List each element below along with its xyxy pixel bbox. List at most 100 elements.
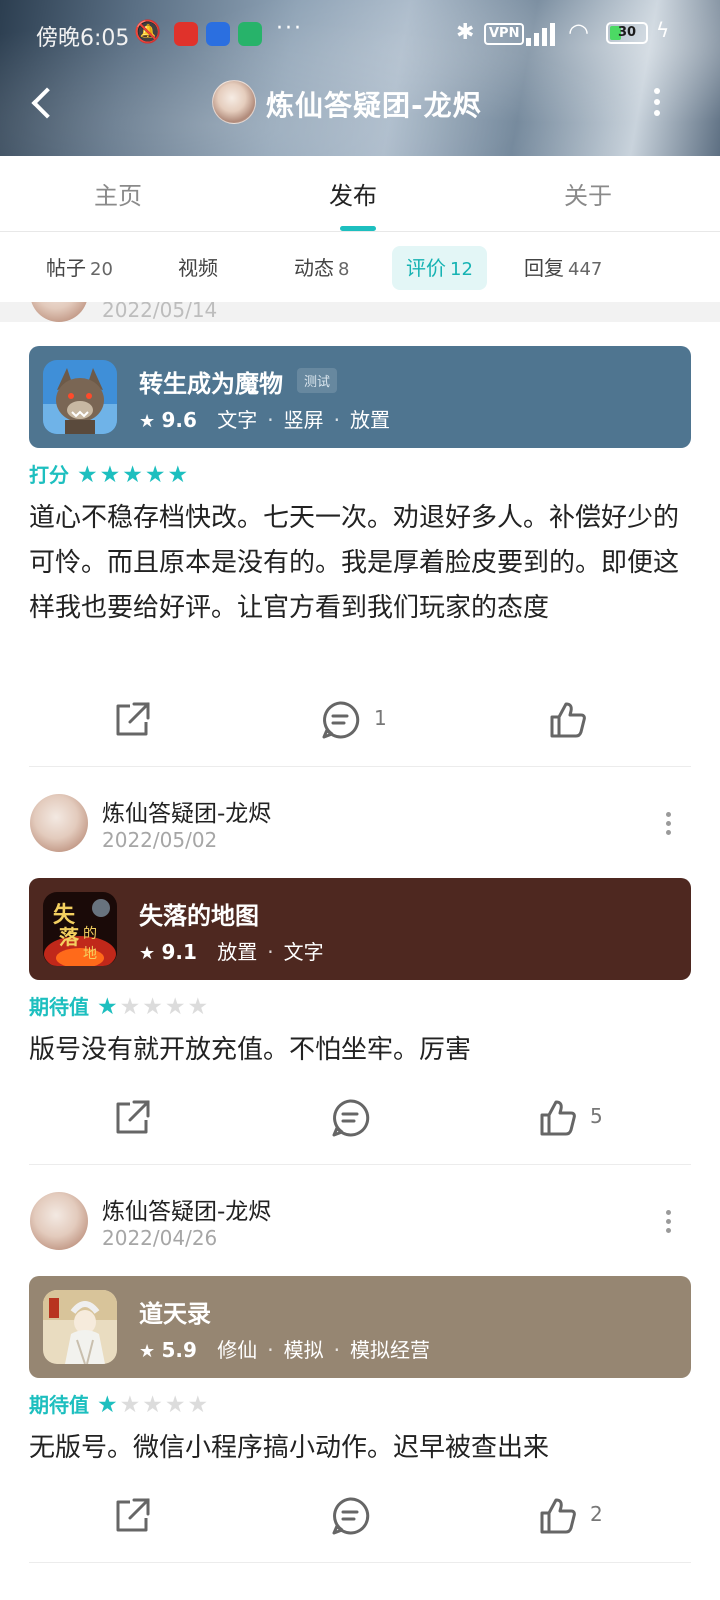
author-name[interactable]: 炼仙答疑团-龙烬 (102, 1192, 271, 1226)
svg-text:落: 落 (59, 925, 80, 949)
subtab-replies[interactable]: 回复 447 (510, 246, 616, 290)
star-rating: ★★★★★ (97, 1390, 210, 1420)
thumbs-up-icon (540, 1498, 576, 1534)
battery-icon: 30 (606, 22, 648, 44)
tag-separator: · (267, 408, 274, 432)
game-card[interactable]: 道天录 ★ 5.9 修仙 · 模拟 · 模拟经营 (29, 1276, 691, 1378)
game-test-badge: 测试 (297, 368, 338, 393)
game-icon: 失 落 的 地 (43, 892, 117, 966)
battery-level: 30 (617, 25, 637, 40)
tab-home[interactable]: 主页 (58, 176, 178, 211)
subtab-activity-label: 动态 (294, 256, 334, 280)
game-icon (43, 360, 117, 434)
review-text[interactable]: 版号没有就开放充值。不怕坐牢。厉害 (29, 1028, 691, 1073)
game-name: 失落的地图 (139, 902, 259, 930)
game-score: 9.6 (161, 408, 197, 432)
like-count: 5 (590, 1104, 603, 1128)
post-divider (29, 1164, 691, 1165)
subtab-videos[interactable]: 视频 (164, 246, 232, 290)
star-empty-icon: ★ (142, 1392, 165, 1418)
author-name[interactable]: 炼仙答疑团-龙烬 (102, 794, 271, 828)
page-title: 炼仙答疑团-龙烬 (266, 89, 482, 122)
game-icon (43, 1290, 117, 1364)
subtab-reviews-label: 评价 (406, 256, 446, 280)
subtab-activity[interactable]: 动态 8 (280, 246, 363, 290)
avatar[interactable] (30, 302, 88, 322)
post-header: 炼仙答疑团-龙烬 2022/05/02 (0, 794, 720, 874)
like-count: 2 (590, 1502, 603, 1526)
subtab-posts-label: 帖子 (46, 256, 86, 280)
review-text[interactable]: 无版号。微信小程序搞小动作。迟早被查出来 (29, 1426, 691, 1471)
main-tab-bar: 主页 发布 关于 (0, 156, 720, 232)
post-more-icon[interactable] (664, 1210, 674, 1234)
post-header: 炼仙答疑团-龙烬 2022/04/26 (0, 1192, 720, 1272)
subtab-videos-label: 视频 (178, 256, 218, 280)
comment-icon (322, 701, 360, 739)
tab-publish[interactable]: 发布 (293, 176, 413, 211)
vpn-badge: VPN (484, 23, 525, 45)
game-tag: 放置 (350, 408, 391, 432)
subtab-activity-count: 8 (338, 259, 350, 280)
sub-tab-bar: 帖子 20 视频 动态 8 评价 12 回复 447 (0, 232, 720, 302)
tag-separator: · (333, 408, 341, 432)
game-meta: ★ 9.6 文字 · 竖屏 · 放置 (139, 404, 390, 433)
netease-music-icon (174, 22, 198, 46)
wifi-icon: ◠ (568, 18, 589, 46)
game-meta: ★ 5.9 修仙 · 模拟 · 模拟经营 (139, 1334, 430, 1363)
avatar[interactable] (30, 1192, 88, 1250)
tag-separator: · (333, 1338, 341, 1362)
action-row: 5 (0, 1086, 720, 1146)
subtab-reviews[interactable]: 评价 12 (392, 246, 487, 290)
rating-label: 期待值 (29, 1393, 89, 1417)
star-empty-icon: ★ (164, 994, 188, 1020)
status-time: 傍晚6:05 (36, 26, 130, 51)
subtab-posts-count: 20 (90, 259, 113, 280)
game-tag: 文字 (283, 940, 324, 964)
tab-about[interactable]: 关于 (528, 176, 648, 211)
share-icon (116, 1498, 150, 1532)
chat-app-icon (206, 22, 230, 46)
game-tag: 竖屏 (283, 408, 324, 432)
comment-count: 1 (374, 706, 387, 730)
comment-icon (332, 1099, 370, 1137)
status-bar: 傍晚6:05 🔕 ··· ✱ VPN ◠ 30 ϟ (0, 14, 720, 58)
star-filled-icon: ★ (122, 462, 145, 488)
share-icon (116, 702, 150, 736)
comment-icon (332, 1497, 370, 1535)
user-avatar[interactable] (212, 80, 256, 124)
more-menu-icon[interactable] (650, 86, 664, 118)
game-tag: 模拟 (283, 1338, 324, 1362)
star-icon: ★ (139, 1341, 156, 1362)
game-card[interactable]: 转生成为魔物 测试 ★ 9.6 文字 · 竖屏 · 放置 (29, 346, 691, 448)
action-row: 2 (0, 1484, 720, 1544)
review-text[interactable]: 道心不稳存档快改。七天一次。劝退好多人。补偿好少的可怜。而且原本是没有的。我是厚… (29, 496, 691, 631)
game-meta: ★ 9.1 放置 · 文字 (139, 936, 324, 965)
avatar[interactable] (30, 794, 88, 852)
star-icon: ★ (139, 411, 156, 432)
bluetooth-icon: ✱ (456, 20, 475, 45)
game-tag: 模拟经营 (350, 1338, 431, 1362)
game-card[interactable]: 失 落 的 地 失落的地图 ★ 9.1 放置 · 文字 (29, 878, 691, 980)
game-tag: 文字 (217, 408, 258, 432)
post-date: 2022/05/14 (102, 302, 218, 322)
subtab-posts[interactable]: 帖子 20 (32, 246, 127, 290)
post-date: 2022/04/26 (102, 1226, 218, 1250)
back-button[interactable] (24, 82, 60, 122)
star-empty-icon: ★ (164, 1392, 188, 1418)
star-filled-icon: ★ (99, 462, 123, 488)
post-more-icon[interactable] (664, 812, 674, 836)
profile-header: 傍晚6:05 🔕 ··· ✱ VPN ◠ 30 ϟ 炼仙答疑团-龙烬 (0, 0, 720, 156)
signal-icon (526, 20, 562, 46)
game-score: 5.9 (161, 1338, 197, 1362)
tag-separator: · (267, 1338, 274, 1362)
thumbs-up-icon (540, 1100, 576, 1136)
subtab-replies-label: 回复 (524, 256, 564, 280)
rating-label: 期待值 (29, 995, 89, 1019)
charging-icon: ϟ (656, 18, 670, 42)
star-filled-icon: ★ (97, 1392, 120, 1418)
star-empty-icon: ★ (119, 994, 143, 1020)
game-tag: 放置 (217, 940, 258, 964)
game-name: 转生成为魔物 (139, 370, 283, 398)
svg-text:的: 的 (83, 926, 97, 942)
star-rating: ★★★★★ (97, 992, 210, 1022)
